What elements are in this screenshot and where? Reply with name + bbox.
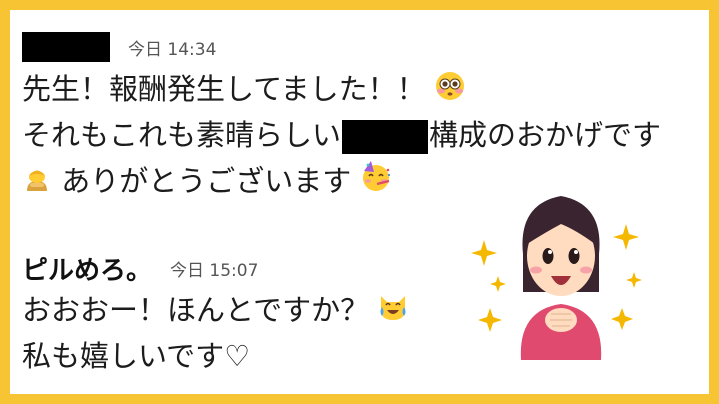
message-line: 先生！報酬発生してました！！ bbox=[22, 66, 661, 112]
message-line: それもこれも素晴らしい 構成のおかげです bbox=[22, 112, 661, 158]
flushed-face-icon bbox=[435, 68, 465, 114]
message-timestamp: 今日 14:34 bbox=[128, 39, 217, 60]
message-text: 先生！報酬発生してました！！ bbox=[22, 72, 426, 106]
sender-name: ピルめろ。 bbox=[22, 256, 153, 286]
message-text: それもこれも素晴らしい bbox=[22, 118, 342, 152]
message-header: 今日 14:34 bbox=[22, 32, 661, 62]
message-timestamp: 今日 15:07 bbox=[170, 261, 259, 281]
message-header: ピルめろ。 今日 15:07 bbox=[22, 250, 408, 287]
redacted-sender-name bbox=[22, 32, 110, 62]
bowing-person-icon bbox=[22, 160, 52, 206]
message-line: 私も嬉しいです♡ bbox=[22, 333, 408, 379]
partying-face-icon bbox=[360, 160, 392, 206]
cat-tears-of-joy-icon bbox=[378, 289, 408, 335]
message-text: 構成のおかげです bbox=[429, 118, 662, 152]
message-text: 私も嬉しいです♡ bbox=[22, 339, 251, 373]
chat-frame: 今日 14:34 先生！報酬発生してました！！ それもこれも素晴らしい 構成のおか… bbox=[0, 0, 719, 404]
message-2: ピルめろ。 今日 15:07 おおおー！ほんとですか？ 私も嬉しいです♡ bbox=[22, 250, 408, 379]
message-line: おおおー！ほんとですか？ bbox=[22, 287, 408, 333]
message-text: おおおー！ほんとですか？ bbox=[22, 293, 370, 327]
message-text: ありがとうございます bbox=[61, 164, 352, 198]
message-1: 今日 14:34 先生！報酬発生してました！！ それもこれも素晴らしい 構成のおか… bbox=[22, 32, 661, 204]
happy-woman-illustration-icon bbox=[466, 184, 666, 368]
redacted-text bbox=[342, 120, 429, 154]
